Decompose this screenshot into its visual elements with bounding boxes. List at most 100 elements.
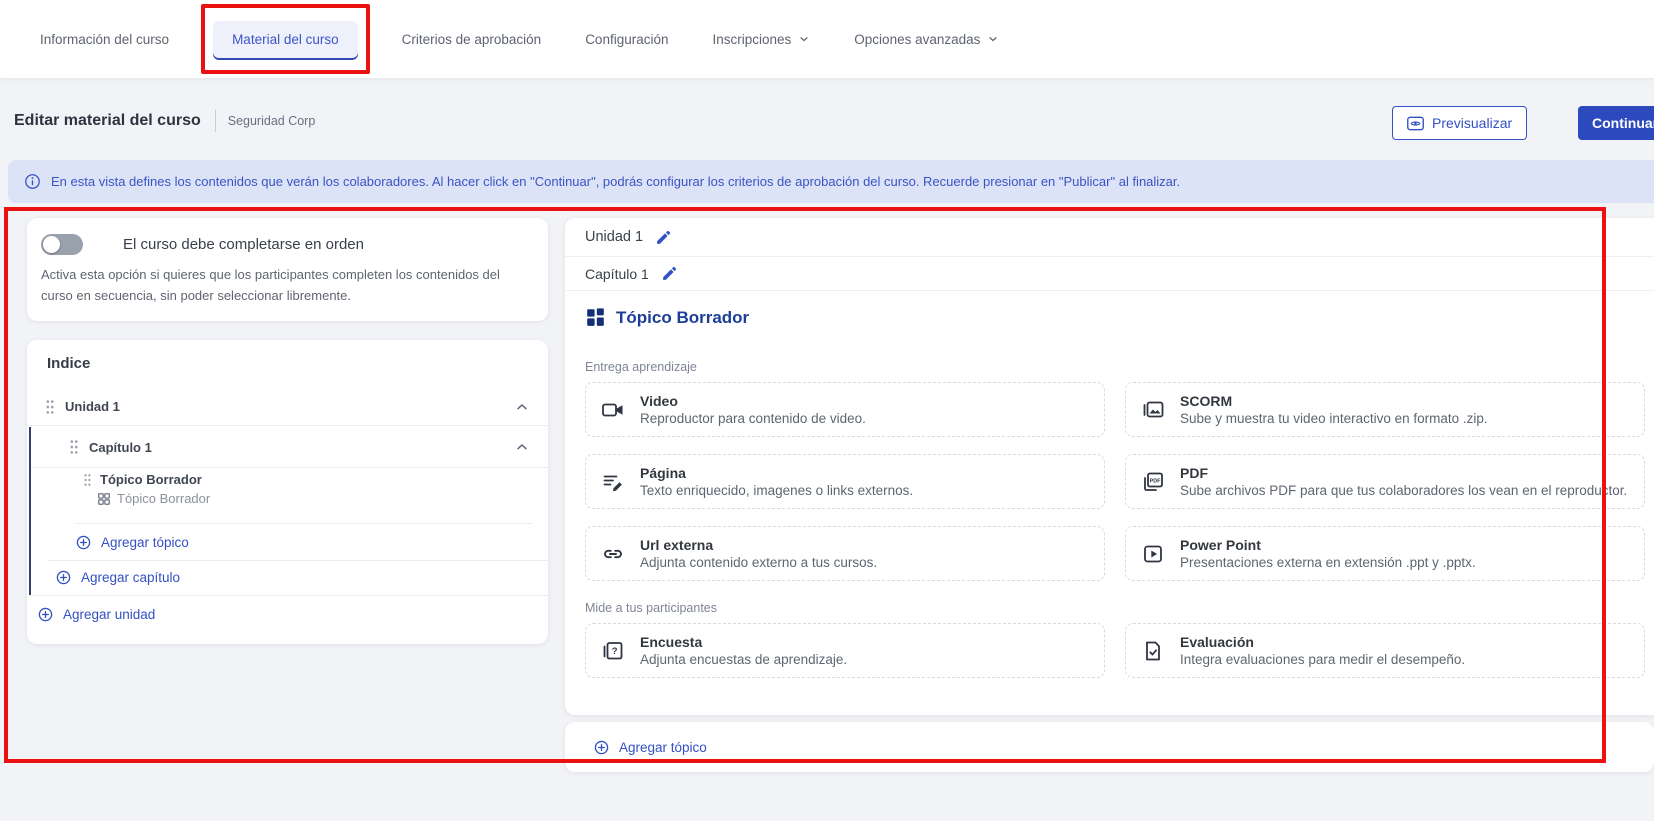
index-title: Indice bbox=[47, 355, 90, 372]
scorm-icon bbox=[1141, 398, 1165, 422]
content-card-description: Sube archivos PDF para que tus colaborad… bbox=[1180, 483, 1627, 498]
index-chapter-label: Capítulo 1 bbox=[89, 440, 152, 455]
video-icon bbox=[601, 398, 625, 422]
plus-circle-icon bbox=[37, 606, 54, 623]
edit-pencil-icon[interactable] bbox=[655, 229, 672, 246]
page-header: Editar material del curso Seguridad Corp bbox=[14, 110, 315, 132]
index-unit-label: Unidad 1 bbox=[65, 399, 120, 414]
tab-configuracion[interactable]: Configuración bbox=[585, 32, 668, 47]
editor-add-topic-label: Agregar tópico bbox=[619, 740, 707, 755]
index-panel: Indice Unidad 1 Capítulo 1 bbox=[27, 340, 548, 644]
evaluation-icon bbox=[1141, 639, 1165, 663]
svg-text:PDF: PDF bbox=[1150, 478, 1161, 484]
tab-informacion-del-curso[interactable]: Información del curso bbox=[40, 32, 169, 47]
content-card-powerpoint[interactable]: Power Point Presentaciones externa en ex… bbox=[1125, 526, 1645, 581]
tab-opciones-avanzadas-label: Opciones avanzadas bbox=[854, 32, 980, 47]
index-add-topic-link[interactable]: Agregar tópico bbox=[75, 534, 189, 551]
powerpoint-icon bbox=[1141, 542, 1165, 566]
content-card-title: PDF bbox=[1180, 465, 1627, 481]
header-divider bbox=[215, 110, 216, 132]
info-icon bbox=[24, 173, 41, 190]
editor-chapter-row: Capítulo 1 bbox=[565, 257, 1654, 291]
link-icon bbox=[601, 542, 625, 566]
plus-circle-icon bbox=[55, 569, 72, 586]
divider bbox=[27, 425, 548, 426]
tab-material-wrapper: Material del curso bbox=[213, 21, 358, 58]
content-card-description: Reproductor para contenido de video. bbox=[640, 411, 866, 426]
course-name: Seguridad Corp bbox=[228, 114, 316, 128]
index-add-topic-label: Agregar tópico bbox=[101, 535, 189, 550]
divider bbox=[47, 560, 548, 561]
index-topic-label: Tópico Borrador bbox=[100, 472, 202, 487]
index-add-chapter-link[interactable]: Agregar capítulo bbox=[55, 569, 180, 586]
plus-circle-icon bbox=[75, 534, 92, 551]
content-card-pagina[interactable]: Página Texto enriquecido, imagenes o lin… bbox=[585, 454, 1105, 509]
page-icon bbox=[601, 470, 625, 494]
content-card-title: Página bbox=[640, 465, 913, 481]
content-card-description: Texto enriquecido, imagenes o links exte… bbox=[640, 483, 913, 498]
info-banner-text: En esta vista defines los contenidos que… bbox=[51, 174, 1180, 189]
content-card-title: Url externa bbox=[640, 537, 877, 553]
pdf-icon: PDF bbox=[1141, 470, 1165, 494]
content-card-video[interactable]: Video Reproductor para contenido de vide… bbox=[585, 382, 1105, 437]
editor-topic-header: Tópico Borrador bbox=[565, 291, 1654, 328]
course-tabbar: Información del curso Material del curso… bbox=[0, 0, 1654, 78]
tab-inscripciones[interactable]: Inscripciones bbox=[713, 32, 811, 47]
content-card-encuesta[interactable]: ? Encuesta Adjunta encuestas de aprendiz… bbox=[585, 623, 1105, 678]
index-add-unit-label: Agregar unidad bbox=[63, 607, 155, 622]
topic-type-grid-icon bbox=[97, 492, 111, 506]
editor-topic-title: Tópico Borrador bbox=[616, 308, 749, 328]
page: Información del curso Material del curso… bbox=[0, 0, 1654, 821]
sequence-toggle-description: Activa esta opción si quieres que los pa… bbox=[41, 265, 534, 307]
divider bbox=[75, 523, 532, 524]
divider bbox=[31, 595, 548, 596]
content-type-grid: Video Reproductor para contenido de vide… bbox=[565, 382, 1654, 581]
index-accent-line bbox=[29, 427, 31, 595]
content-card-description: Adjunta contenido externo a tus cursos. bbox=[640, 555, 877, 570]
info-banner: En esta vista defines los contenidos que… bbox=[8, 160, 1654, 203]
chevron-up-icon[interactable] bbox=[514, 439, 530, 455]
index-add-chapter-label: Agregar capítulo bbox=[81, 570, 180, 585]
tab-opciones-avanzadas[interactable]: Opciones avanzadas bbox=[854, 32, 999, 47]
content-card-title: Evaluación bbox=[1180, 634, 1465, 650]
eye-preview-icon bbox=[1407, 116, 1424, 131]
index-topic-item[interactable]: Tópico Borrador Tópico Borrador bbox=[83, 472, 210, 506]
content-card-description: Sube y muestra tu video interactivo en f… bbox=[1180, 411, 1488, 426]
content-card-title: Encuesta bbox=[640, 634, 847, 650]
tab-criterios-de-aprobacion[interactable]: Criterios de aprobación bbox=[402, 32, 542, 47]
index-chapter-row[interactable]: Capítulo 1 bbox=[69, 429, 530, 465]
plus-circle-icon bbox=[593, 739, 610, 756]
svg-text:?: ? bbox=[612, 646, 618, 657]
toggle-knob bbox=[43, 236, 60, 253]
continue-button-label: Continuar bbox=[1592, 115, 1654, 131]
editor-add-topic-link[interactable]: Agregar tópico bbox=[593, 739, 707, 756]
sequence-toggle-card: El curso debe completarse en orden Activ… bbox=[27, 218, 548, 321]
chevron-down-icon bbox=[987, 33, 999, 45]
content-card-pdf[interactable]: PDF PDF Sube archivos PDF para que tus c… bbox=[1125, 454, 1645, 509]
content-type-grid: ? Encuesta Adjunta encuestas de aprendiz… bbox=[565, 623, 1654, 678]
editor-panel: Unidad 1 Capítulo 1 Tópico Borrador Entr… bbox=[565, 218, 1654, 715]
drag-handle-icon[interactable] bbox=[69, 439, 79, 455]
index-topic-type-label: Tópico Borrador bbox=[117, 491, 210, 506]
content-card-url-externa[interactable]: Url externa Adjunta contenido externo a … bbox=[585, 526, 1105, 581]
tab-inscripciones-label: Inscripciones bbox=[713, 32, 792, 47]
content-card-scorm[interactable]: SCORM Sube y muestra tu video interactiv… bbox=[1125, 382, 1645, 437]
sequence-toggle-switch[interactable] bbox=[41, 234, 83, 255]
drag-handle-icon[interactable] bbox=[83, 473, 92, 487]
content-card-description: Presentaciones externa en extensión .ppt… bbox=[1180, 555, 1476, 570]
chevron-up-icon[interactable] bbox=[514, 399, 530, 415]
edit-pencil-icon[interactable] bbox=[661, 265, 678, 282]
tab-material-del-curso[interactable]: Material del curso bbox=[213, 21, 358, 58]
preview-button[interactable]: Previsualizar bbox=[1392, 106, 1527, 140]
index-unit-row[interactable]: Unidad 1 bbox=[45, 388, 530, 425]
editor-add-topic-bar: Agregar tópico bbox=[565, 722, 1654, 772]
content-card-evaluacion[interactable]: Evaluación Integra evaluaciones para med… bbox=[1125, 623, 1645, 678]
content-card-title: SCORM bbox=[1180, 393, 1488, 409]
content-card-title: Power Point bbox=[1180, 537, 1476, 553]
chevron-down-icon bbox=[798, 33, 810, 45]
index-add-unit-link[interactable]: Agregar unidad bbox=[37, 606, 155, 623]
drag-handle-icon[interactable] bbox=[45, 399, 55, 415]
continue-button[interactable]: Continuar bbox=[1578, 106, 1654, 140]
content-card-description: Integra evaluaciones para medir el desem… bbox=[1180, 652, 1465, 667]
content-card-description: Adjunta encuestas de aprendizaje. bbox=[640, 652, 847, 667]
